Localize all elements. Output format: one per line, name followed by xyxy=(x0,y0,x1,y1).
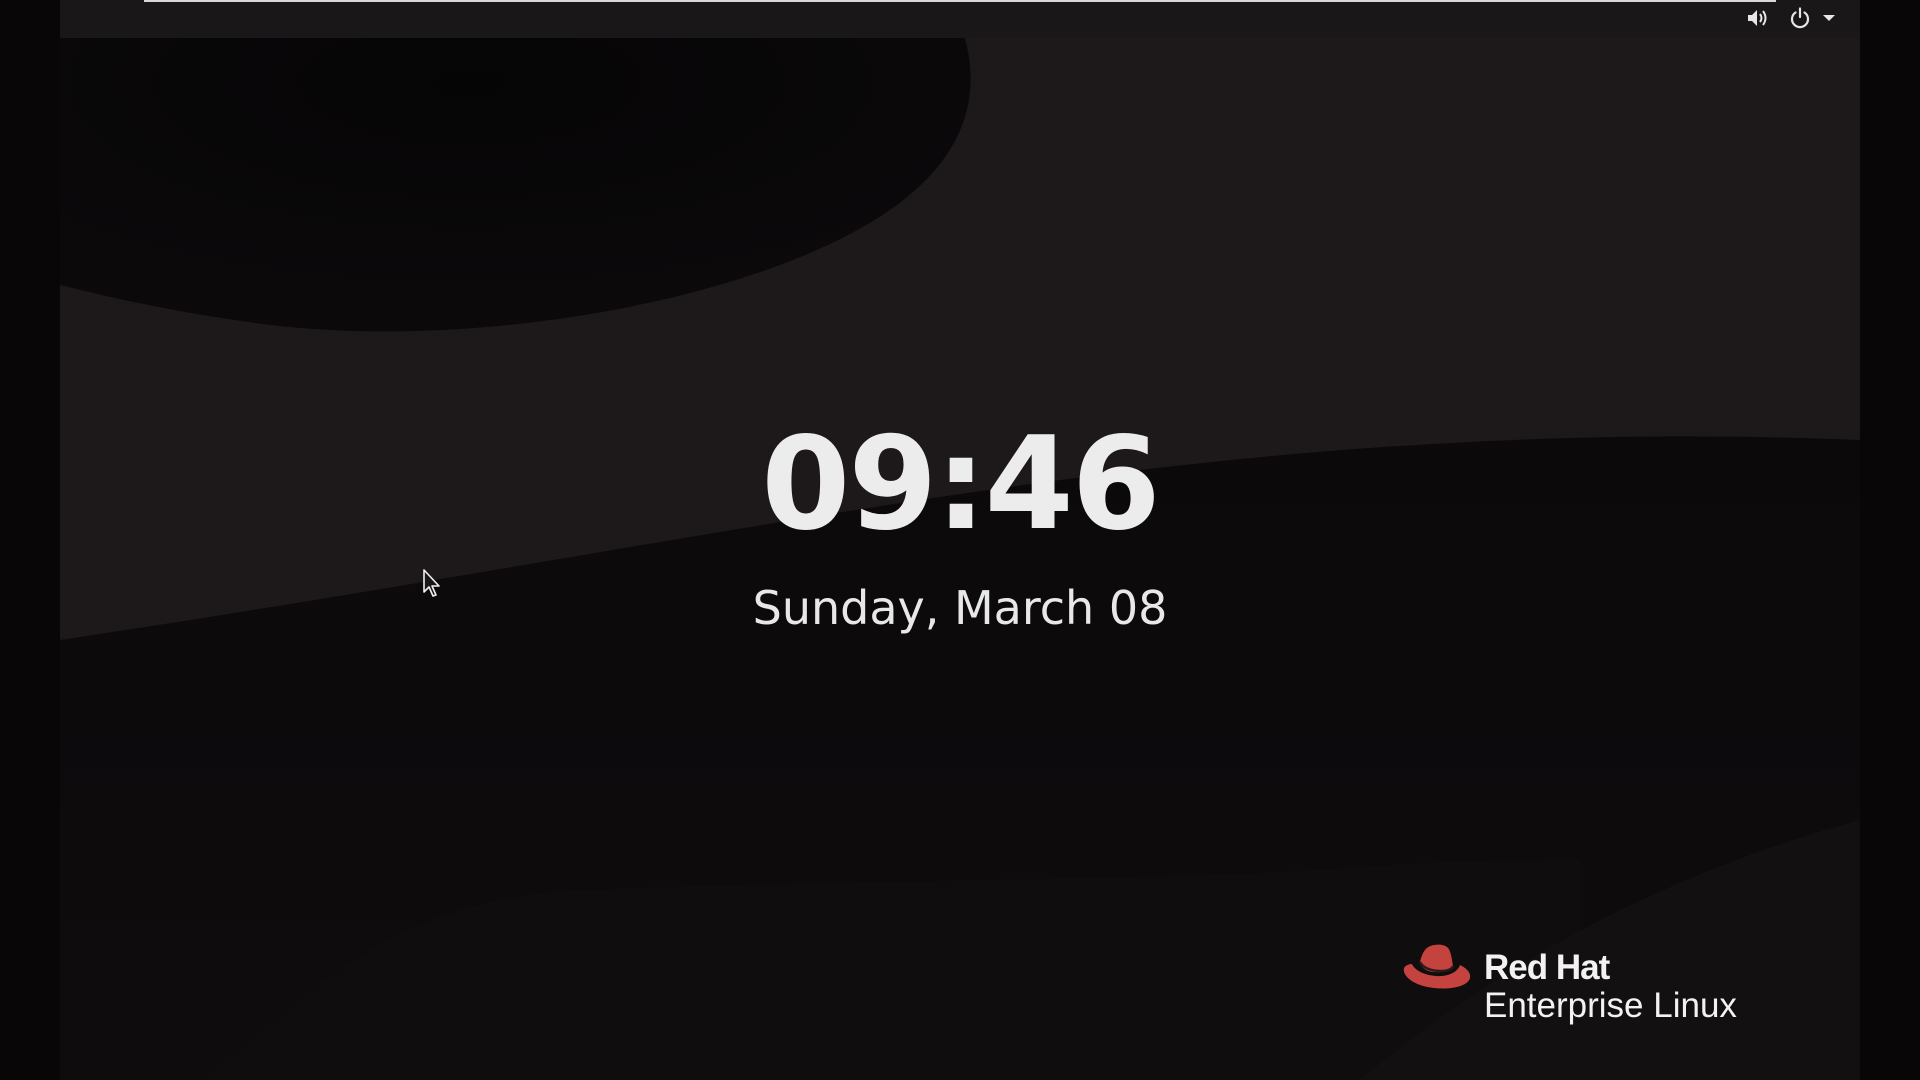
brand-name: Red Hat xyxy=(1484,948,1610,987)
mouse-pointer-icon xyxy=(423,569,440,597)
menu-arrow-icon[interactable] xyxy=(1820,6,1838,30)
brand-product: Enterprise Linux xyxy=(1484,986,1737,1025)
screen: 09:46 Sunday, March 08 Red Hat Enterpris… xyxy=(0,0,1920,1080)
clock-date: Sunday, March 08 xyxy=(752,581,1168,635)
power-icon[interactable] xyxy=(1788,6,1812,30)
brand-logo-block: Red Hat Enterprise Linux xyxy=(1402,940,1842,1030)
top-bar-highlight xyxy=(144,0,1776,2)
top-bar xyxy=(60,0,1860,38)
lock-screen[interactable]: 09:46 Sunday, March 08 Red Hat Enterpris… xyxy=(60,0,1860,1080)
volume-icon[interactable] xyxy=(1746,6,1770,30)
clock-time: 09:46 xyxy=(761,410,1160,559)
red-hat-logo xyxy=(1403,944,1471,989)
